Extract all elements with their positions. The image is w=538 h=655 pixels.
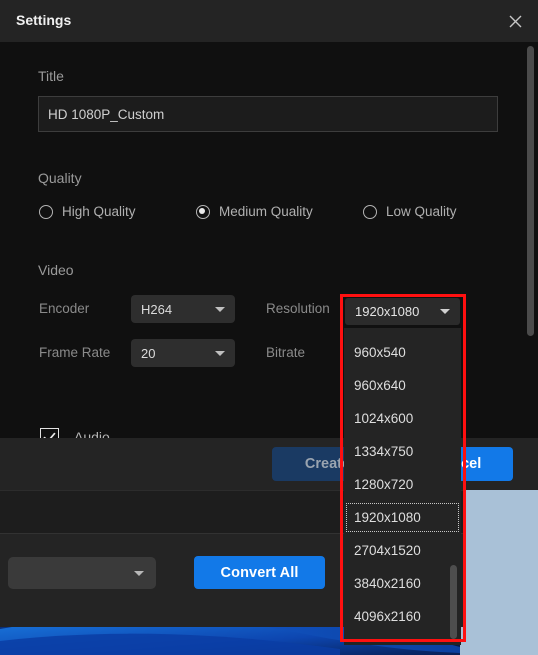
chevron-down-icon — [215, 351, 225, 356]
resolution-option[interactable]: 1334x750 — [344, 435, 461, 468]
radio-medium-quality-label: Medium Quality — [219, 204, 313, 219]
close-icon[interactable] — [502, 8, 528, 34]
chevron-down-icon — [134, 571, 144, 576]
radio-circle-icon — [39, 204, 53, 219]
resolution-option[interactable]: 4096x2160 — [344, 600, 461, 633]
frame-rate-label: Frame Rate — [39, 345, 111, 360]
resolution-option[interactable]: 2704x1520 — [344, 534, 461, 567]
quality-section-label: Quality — [38, 170, 82, 186]
radio-medium-quality[interactable]: Medium Quality — [196, 204, 313, 219]
resolution-label: Resolution — [266, 301, 330, 316]
dialog-titlebar: Settings — [0, 0, 538, 42]
dialog-scrollbar[interactable] — [527, 46, 534, 434]
frame-rate-value: 20 — [141, 345, 156, 361]
chevron-down-icon — [215, 307, 225, 312]
resolution-dropdown-trigger[interactable]: 1920x1080 — [345, 298, 460, 325]
resolution-option-focused[interactable]: 1920x1080 — [344, 501, 461, 534]
resolution-option[interactable]: 960x640 — [344, 369, 461, 402]
radio-low-quality-label: Low Quality — [386, 204, 457, 219]
bitrate-label: Bitrate — [266, 345, 306, 360]
chevron-down-icon — [440, 309, 450, 314]
title-input[interactable] — [38, 96, 498, 132]
encoder-label: Encoder — [39, 301, 90, 316]
radio-high-quality[interactable]: High Quality — [39, 204, 136, 219]
resolution-option[interactable]: 1280x720 — [344, 468, 461, 501]
resolution-option[interactable]: 960x540 — [344, 336, 461, 369]
radio-low-quality[interactable]: Low Quality — [363, 204, 457, 219]
audio-label: Audio — [74, 429, 110, 438]
resolution-selected-value: 1920x1080 — [355, 304, 420, 319]
encoder-value: H264 — [141, 301, 173, 317]
title-section-label: Title — [38, 68, 64, 84]
audio-checkbox[interactable] — [40, 428, 59, 438]
radio-circle-selected-icon — [196, 204, 210, 219]
format-select-dropdown[interactable] — [8, 557, 156, 589]
frame-rate-dropdown[interactable]: 20 — [131, 339, 235, 367]
listbox-scrollbar-thumb[interactable] — [450, 565, 457, 639]
radio-circle-icon — [363, 204, 377, 219]
resolution-option[interactable]: 3840x2160 — [344, 567, 461, 600]
radio-high-quality-label: High Quality — [62, 204, 136, 219]
convert-all-button[interactable]: Convert All — [194, 556, 325, 589]
encoder-dropdown[interactable]: H264 — [131, 295, 235, 323]
dialog-title: Settings — [16, 12, 72, 28]
video-section-label: Video — [38, 262, 74, 278]
resolution-dropdown-listbox[interactable]: 960x540 960x640 1024x600 1334x750 1280x7… — [344, 328, 461, 645]
resolution-option[interactable]: 1024x600 — [344, 402, 461, 435]
dialog-scrollbar-thumb[interactable] — [527, 46, 534, 336]
